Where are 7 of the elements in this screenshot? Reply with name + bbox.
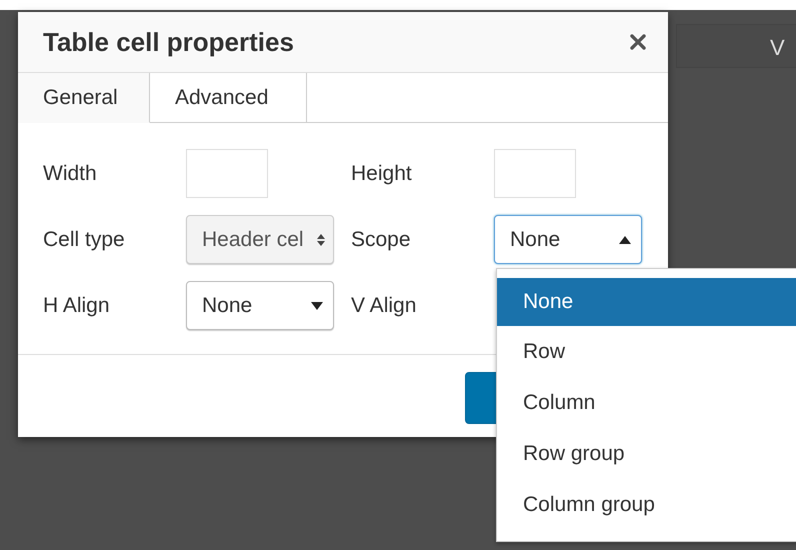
field-label: V Align — [351, 294, 418, 318]
field-label: H Align — [43, 294, 111, 318]
field-label: Height — [351, 162, 413, 186]
field-label: Scope — [351, 228, 412, 252]
field-label: Cell type — [43, 228, 126, 252]
field-label: Width — [43, 162, 98, 186]
dialog-title: Table cell properties — [43, 26, 294, 58]
